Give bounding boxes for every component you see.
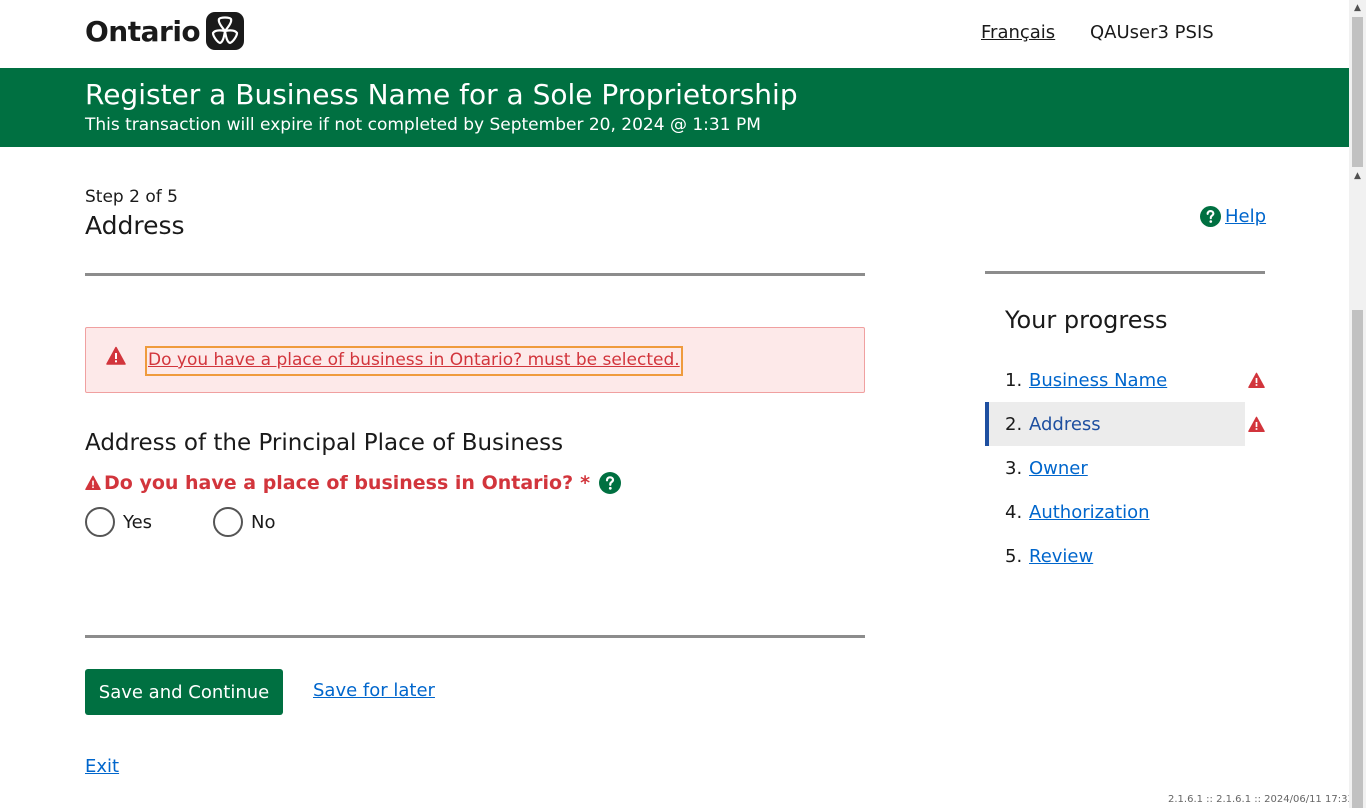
trillium-logo-icon xyxy=(206,12,245,50)
progress-item-owner[interactable]: 3. Owner xyxy=(985,446,1245,490)
transaction-banner: Register a Business Name for a Sole Prop… xyxy=(0,68,1349,147)
help-link[interactable]: Help xyxy=(1200,206,1266,227)
warning-triangle-icon xyxy=(85,475,101,490)
scrollbar-thumb[interactable] xyxy=(1352,310,1363,808)
save-for-later-link[interactable]: Save for later xyxy=(313,680,435,701)
progress-current-label: Address xyxy=(1029,413,1101,435)
site-header: Ontario Français QAUser3 PSIS xyxy=(0,0,1349,68)
scrollbar-thumb[interactable] xyxy=(1352,17,1363,167)
radio-label: No xyxy=(251,511,276,533)
radio-option-yes[interactable]: Yes xyxy=(85,507,152,537)
exit-link[interactable]: Exit xyxy=(85,756,119,777)
radio-button[interactable] xyxy=(213,507,243,537)
help-label: Help xyxy=(1225,206,1267,227)
section-heading: Address of the Principal Place of Busine… xyxy=(85,430,564,456)
user-name[interactable]: QAUser3 PSIS xyxy=(1090,22,1214,43)
page-title: Address xyxy=(85,211,185,240)
progress-item-authorization[interactable]: 4. Authorization xyxy=(985,490,1245,534)
progress-number: 1. xyxy=(1005,369,1023,391)
progress-number: 3. xyxy=(1005,457,1023,479)
logo-text: Ontario xyxy=(85,14,201,48)
banner-expiry-notice: This transaction will expire if not comp… xyxy=(85,115,761,135)
ontario-logo[interactable]: Ontario xyxy=(85,12,245,50)
warning-triangle-icon xyxy=(1248,372,1265,388)
error-message-link[interactable]: Do you have a place of business in Ontar… xyxy=(145,346,683,376)
divider xyxy=(85,273,865,276)
scroll-up-arrow-icon[interactable]: ▲ xyxy=(1349,0,1366,17)
radio-button[interactable] xyxy=(85,507,115,537)
radio-label: Yes xyxy=(123,511,153,533)
scroll-up-arrow-icon[interactable]: ▲ xyxy=(1349,168,1366,185)
warning-triangle-icon xyxy=(1248,416,1265,432)
vertical-scrollbar[interactable]: ▲ ▲ xyxy=(1349,0,1366,808)
radio-option-no[interactable]: No xyxy=(213,507,275,537)
divider xyxy=(985,271,1265,274)
version-info: 2.1.6.1 :: 2.1.6.1 :: 2024/06/11 17:33 xyxy=(1168,794,1354,805)
question-text: Do you have a place of business in Ontar… xyxy=(104,472,574,494)
divider xyxy=(85,635,865,638)
banner-title: Register a Business Name for a Sole Prop… xyxy=(85,78,798,111)
question-label: Do you have a place of business in Ontar… xyxy=(85,472,622,494)
error-summary: Do you have a place of business in Ontar… xyxy=(85,327,865,393)
progress-link[interactable]: Business Name xyxy=(1029,370,1167,391)
progress-link[interactable]: Authorization xyxy=(1029,502,1150,523)
progress-item-address[interactable]: 2. Address xyxy=(985,402,1245,446)
progress-number: 2. xyxy=(1005,413,1023,435)
progress-item-business-name[interactable]: 1. Business Name xyxy=(985,358,1245,402)
language-toggle-link[interactable]: Français xyxy=(981,22,1055,43)
progress-title: Your progress xyxy=(1005,306,1168,334)
question-circle-icon xyxy=(1200,206,1221,227)
warning-triangle-icon xyxy=(106,346,126,365)
progress-link[interactable]: Review xyxy=(1029,546,1093,567)
step-indicator: Step 2 of 5 xyxy=(85,187,178,207)
progress-item-review[interactable]: 5. Review xyxy=(985,534,1245,578)
required-marker: * xyxy=(580,472,591,494)
progress-link[interactable]: Owner xyxy=(1029,458,1088,479)
progress-number: 4. xyxy=(1005,501,1023,523)
question-circle-icon[interactable] xyxy=(599,472,622,494)
save-and-continue-button[interactable]: Save and Continue xyxy=(85,669,283,715)
progress-number: 5. xyxy=(1005,545,1023,567)
